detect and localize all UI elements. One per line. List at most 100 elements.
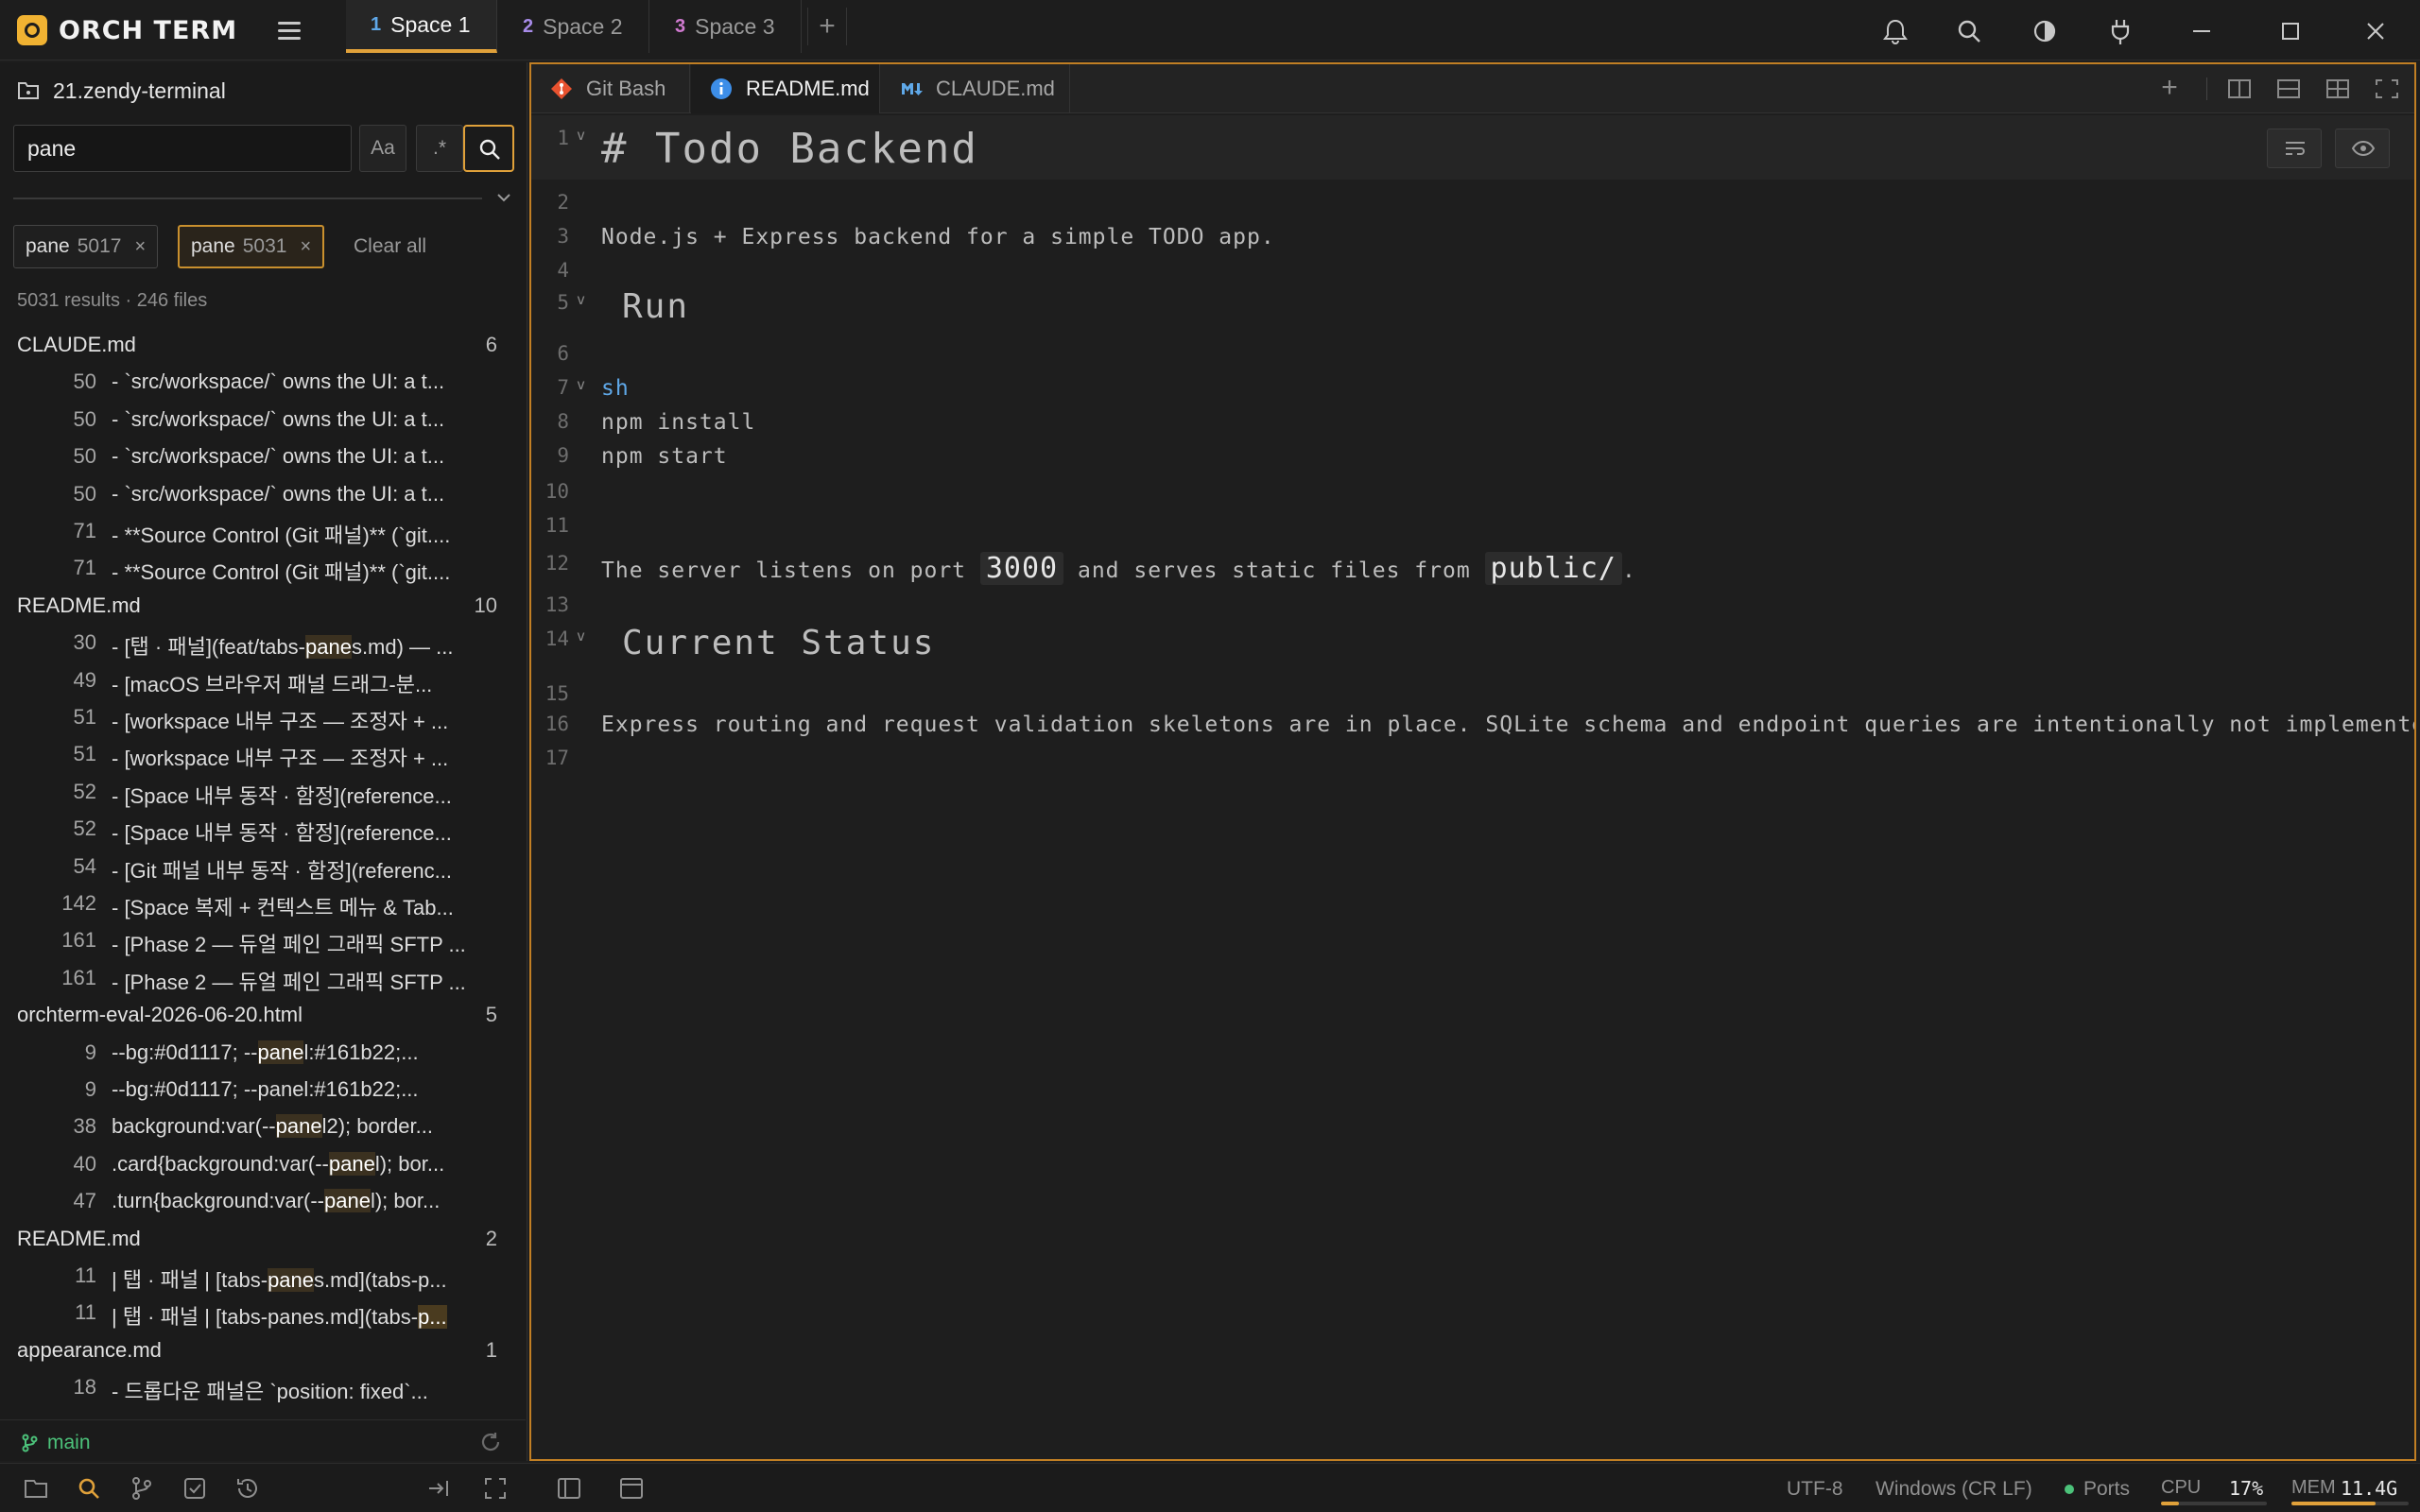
result-file[interactable]: README.md 2: [0, 1219, 526, 1257]
result-match[interactable]: 40 .card{background:var(--panel); bor...: [0, 1144, 526, 1182]
match-text: | 탭 · 패널 | [tabs-panes.md](tabs-p...: [112, 1263, 497, 1294]
divider: [2206, 77, 2207, 100]
plug-icon[interactable]: [2102, 13, 2138, 49]
clear-all-button[interactable]: Clear all: [354, 235, 426, 258]
split-vertical-icon[interactable]: [2225, 76, 2254, 102]
explorer-icon[interactable]: [23, 1475, 49, 1502]
tab-claude[interactable]: CLAUDE.md: [881, 64, 1070, 113]
close-icon[interactable]: [2358, 13, 2394, 49]
space-tab-2[interactable]: 2 Space 2: [498, 0, 649, 53]
tab-readme[interactable]: README.md: [691, 64, 880, 113]
result-file[interactable]: appearance.md 1: [0, 1331, 526, 1368]
line-number: 9: [557, 444, 569, 467]
search-input[interactable]: [13, 125, 352, 172]
match-line-number: 40: [73, 1151, 96, 1176]
minimize-icon[interactable]: [2184, 13, 2220, 49]
result-match[interactable]: 9 --bg:#0d1117; --panel:#161b22;...: [0, 1070, 526, 1108]
eol-indicator[interactable]: Windows (CR LF): [1876, 1478, 2032, 1501]
panel-toggle-icon[interactable]: [618, 1475, 645, 1502]
search-history-chip[interactable]: pane 5017 ×: [13, 225, 159, 268]
project-header[interactable]: 21.zendy-terminal: [17, 74, 226, 108]
result-file[interactable]: CLAUDE.md 6: [0, 325, 526, 363]
ports-indicator[interactable]: Ports: [2065, 1478, 2130, 1501]
split-horizontal-icon[interactable]: [2274, 76, 2303, 102]
sidebar-toggle-icon[interactable]: [556, 1475, 582, 1502]
menu-icon[interactable]: [270, 17, 308, 43]
search-history-chip-active[interactable]: pane 5031 ×: [178, 225, 325, 268]
space-tab-number: 2: [523, 15, 534, 37]
match-text: - 드롭다운 패널은 `position: fixed`...: [112, 1375, 497, 1402]
fullscreen-icon[interactable]: [2373, 76, 2401, 102]
line-number: 6: [557, 342, 569, 365]
fold-chevron-icon[interactable]: v: [577, 291, 585, 308]
result-match[interactable]: 38 background:var(--panel2); border...: [0, 1107, 526, 1144]
fold-chevron-icon[interactable]: v: [577, 127, 585, 144]
source-control-icon[interactable]: [129, 1475, 155, 1502]
result-match[interactable]: 52 - [Space 내부 동작 · 함정](reference...: [0, 809, 526, 847]
preview-button[interactable]: [2335, 129, 2390, 168]
result-match[interactable]: 11 | 탭 · 패널 | [tabs-panes.md](tabs-p...: [0, 1293, 526, 1331]
result-match[interactable]: 50 - `src/workspace/` owns the UI: a t...: [0, 437, 526, 474]
space-tab-label: Space 2: [543, 13, 623, 39]
match-line-number: 71: [73, 556, 96, 580]
space-tab-3[interactable]: 3 Space 3: [650, 0, 802, 53]
fold-chevron-icon[interactable]: v: [577, 376, 585, 393]
encoding-indicator[interactable]: UTF-8: [1787, 1478, 1843, 1501]
result-match[interactable]: 54 - [Git 패널 내부 동작 · 함정](referenc...: [0, 847, 526, 885]
match-case-button[interactable]: Aa: [359, 125, 406, 172]
tasks-icon[interactable]: [182, 1475, 208, 1502]
match-post: l); bor...: [374, 1151, 445, 1176]
result-match[interactable]: 71 - **Source Control (Git 패널)** (`git...…: [0, 548, 526, 586]
bell-icon[interactable]: [1877, 13, 1913, 49]
wrap-toggle-button[interactable]: [2267, 129, 2322, 168]
maximize-icon[interactable]: [2273, 13, 2308, 49]
search-panel-icon[interactable]: [76, 1475, 102, 1502]
result-match[interactable]: 161 - [Phase 2 — 듀얼 페인 그래픽 SFTP ...: [0, 958, 526, 996]
tab-git-bash[interactable]: Git Bash: [531, 64, 690, 113]
app-title: ORCH TERM: [59, 15, 238, 45]
markdown-editor[interactable]: 1 v # Todo Backend 2 3 Node.js + Express back…: [531, 115, 2414, 1457]
result-file-count: 10: [474, 593, 497, 617]
result-match[interactable]: 52 - [Space 내부 동작 · 함정](reference...: [0, 772, 526, 810]
result-match[interactable]: 71 - **Source Control (Git 패널)** (`git...…: [0, 511, 526, 549]
result-match[interactable]: 161 - [Phase 2 — 듀얼 페인 그래픽 SFTP ...: [0, 920, 526, 958]
result-match[interactable]: 11 | 탭 · 패널 | [tabs-panes.md](tabs-p...: [0, 1256, 526, 1294]
result-match[interactable]: 50 - `src/workspace/` owns the UI: a t...: [0, 400, 526, 438]
result-match[interactable]: 49 - [macOS 브라우저 패널 드래그-분...: [0, 661, 526, 698]
match-text: - `src/workspace/` owns the UI: a t...: [112, 444, 497, 469]
chip-count: 5017: [77, 235, 122, 257]
history-icon[interactable]: [234, 1475, 261, 1502]
search-submit-button[interactable]: [463, 125, 514, 172]
result-match[interactable]: 9 --bg:#0d1117; --panel:#161b22;...: [0, 1033, 526, 1071]
result-match[interactable]: 51 - [workspace 내부 구조 — 조정자 + ...: [0, 734, 526, 772]
result-match[interactable]: 47 .turn{background:var(--panel); bor...: [0, 1181, 526, 1219]
new-tab-button[interactable]: +: [2155, 74, 2184, 102]
result-match[interactable]: 51 - [workspace 내부 구조 — 조정자 + ...: [0, 697, 526, 735]
result-match[interactable]: 50 - `src/workspace/` owns the UI: a t...: [0, 474, 526, 512]
regex-button[interactable]: .*: [416, 125, 463, 172]
markdown-icon: [902, 83, 923, 95]
fold-chevron-icon[interactable]: v: [577, 627, 585, 644]
git-branch[interactable]: main: [21, 1432, 91, 1454]
chip-close-icon[interactable]: ×: [300, 236, 311, 258]
space-tab-1[interactable]: 1 Space 1: [346, 0, 497, 53]
result-match[interactable]: 18 - 드롭다운 패널은 `position: fixed`...: [0, 1367, 526, 1402]
match-pre: - [Space 내부 동작 · 함정](reference...: [112, 821, 452, 846]
focus-mode-icon[interactable]: [482, 1475, 509, 1502]
refresh-icon[interactable]: [478, 1430, 503, 1454]
chip-close-icon[interactable]: ×: [134, 236, 146, 258]
add-space-button[interactable]: +: [807, 8, 847, 45]
theme-icon[interactable]: [2027, 13, 2063, 49]
collapse-sidebar-icon[interactable]: [425, 1475, 452, 1502]
grid-layout-icon[interactable]: [2324, 76, 2352, 102]
result-file[interactable]: orchterm-eval-2026-06-20.html 5: [0, 995, 526, 1033]
paragraph: npm install: [601, 410, 756, 435]
chevron-down-icon[interactable]: [493, 189, 514, 206]
result-match[interactable]: 30 - [탭 · 패널](feat/tabs-panes.md) — ...: [0, 623, 526, 661]
result-match[interactable]: 142 - [Space 복제 + 컨텍스트 메뉴 & Tab...: [0, 884, 526, 921]
result-file[interactable]: README.md 10: [0, 586, 526, 624]
match-line-number: 51: [73, 705, 96, 729]
search-icon[interactable]: [1951, 13, 1987, 49]
result-match[interactable]: 50 - `src/workspace/` owns the UI: a t...: [0, 362, 526, 400]
git-branch-icon: [22, 1434, 38, 1452]
